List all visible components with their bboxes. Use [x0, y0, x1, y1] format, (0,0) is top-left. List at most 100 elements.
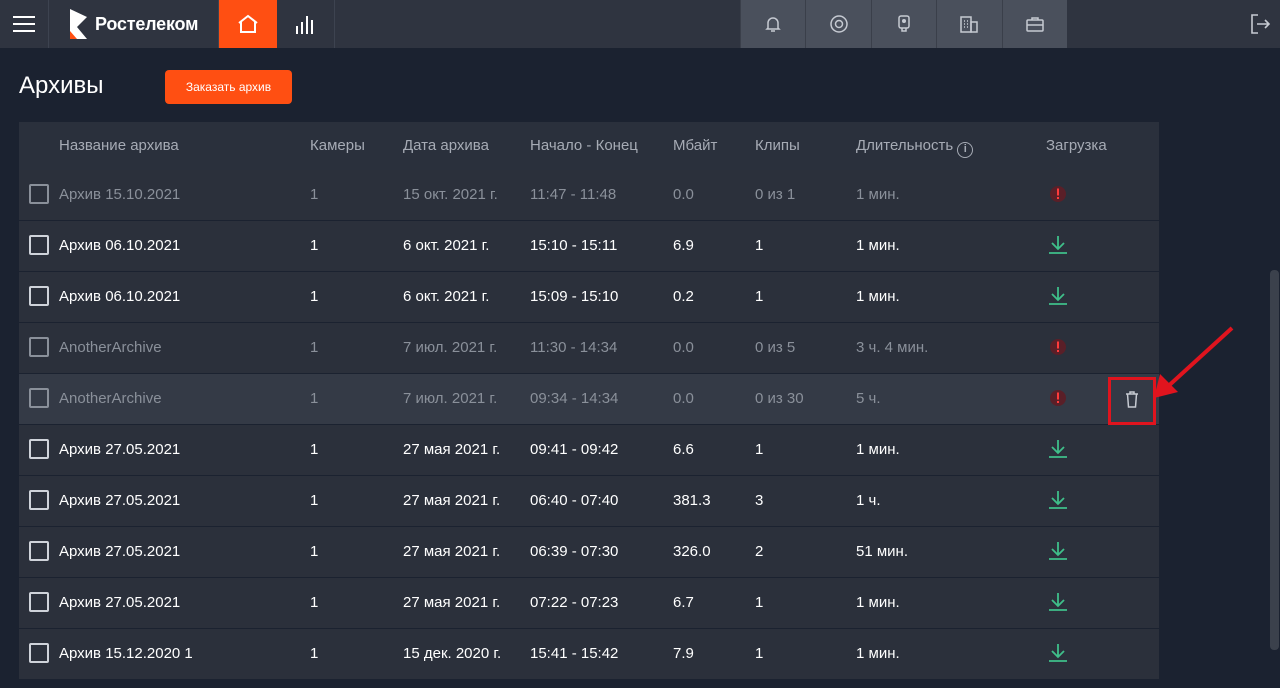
header-date[interactable]: Дата архива [403, 137, 489, 154]
cell-name: Архив 27.05.2021 [59, 492, 181, 509]
row-checkbox[interactable] [29, 490, 49, 510]
header-range[interactable]: Начало - Конец [530, 137, 638, 154]
cell-duration: 1 мин. [856, 186, 900, 203]
row-checkbox[interactable] [29, 388, 49, 408]
cell-name: Архив 27.05.2021 [59, 543, 181, 560]
cell-duration: 1 ч. [856, 492, 881, 509]
cell-mb: 0.0 [673, 339, 694, 356]
cameras-button[interactable] [870, 0, 936, 48]
header-cameras[interactable]: Камеры [310, 137, 365, 154]
cell-cameras: 1 [310, 645, 319, 662]
cell-clips: 1 [755, 645, 764, 662]
header-duration-label[interactable]: Длительность [856, 137, 953, 154]
brand-name: Ростелеком [95, 13, 199, 34]
cell-duration: 5 ч. [856, 390, 881, 407]
info-icon[interactable]: i [957, 142, 974, 158]
cell-clips: 0 из 30 [755, 390, 804, 407]
table-row[interactable]: Архив 06.10.2021 1 6 окт. 2021 г. 15:10 - 1… [19, 221, 1159, 271]
cell-clips: 1 [755, 237, 764, 254]
cell-name: Архив 27.05.2021 [59, 594, 181, 611]
download-icon[interactable] [1046, 437, 1070, 461]
row-checkbox[interactable] [29, 235, 49, 255]
table-row[interactable]: Архив 27.05.2021 1 27 мая 2021 г. 06:39 - 0… [19, 527, 1159, 577]
cell-cameras: 1 [310, 237, 319, 254]
cell-name: Архив 06.10.2021 [59, 237, 181, 254]
menu-icon[interactable] [0, 0, 48, 48]
cell-name: Архив 06.10.2021 [59, 288, 181, 305]
cell-range: 15:41 - 15:42 [530, 645, 619, 662]
download-icon[interactable] [1046, 641, 1070, 665]
table-row[interactable]: Архив 27.05.2021 1 27 мая 2021 г. 06:40 - 0… [19, 476, 1159, 526]
cell-date: 7 июл. 2021 г. [403, 390, 498, 407]
cell-mb: 0.0 [673, 390, 694, 407]
services-button[interactable] [1001, 0, 1067, 48]
trash-icon [1122, 389, 1142, 413]
cell-date: 15 дек. 2020 г. [403, 645, 502, 662]
objects-button[interactable] [936, 0, 1001, 48]
download-icon[interactable] [1046, 233, 1070, 257]
order-archive-button[interactable]: Заказать архив [165, 70, 292, 104]
cell-range: 11:30 - 14:34 [530, 339, 618, 356]
row-checkbox[interactable] [29, 643, 49, 663]
cell-range: 06:39 - 07:30 [530, 543, 619, 560]
cell-duration: 3 ч. 4 мин. [856, 339, 929, 356]
cell-duration: 1 мин. [856, 645, 900, 662]
stats-button[interactable] [277, 0, 335, 48]
header-duration: Длительность i [856, 137, 974, 158]
home-button[interactable] [219, 0, 277, 48]
support-button[interactable] [805, 0, 870, 48]
home-icon [238, 14, 258, 33]
cell-date: 27 мая 2021 г. [403, 492, 501, 509]
scrollbar-thumb[interactable] [1270, 270, 1279, 650]
cell-cameras: 1 [310, 339, 319, 356]
cell-clips: 1 [755, 288, 764, 305]
row-checkbox[interactable] [29, 439, 49, 459]
cell-mb: 326.0 [673, 543, 711, 560]
cell-name: Архив 15.10.2021 [59, 186, 181, 203]
table-header: Название архива Камеры Дата архива Начал… [19, 122, 1159, 170]
table-row[interactable]: AnotherArchive 1 7 июл. 2021 г. 09:34 - 14:… [19, 374, 1159, 425]
delete-button[interactable] [1108, 377, 1156, 425]
cell-range: 06:40 - 07:40 [530, 492, 619, 509]
row-checkbox[interactable] [29, 337, 49, 357]
table-row[interactable]: Архив 15.10.2021 1 15 окт. 2021 г. 11:47 - … [19, 170, 1159, 220]
table-row[interactable]: Архив 06.10.2021 1 6 окт. 2021 г. 15:09 - 1… [19, 272, 1159, 322]
table-row[interactable]: AnotherArchive 1 7 июл. 2021 г. 11:30 - 14:… [19, 323, 1159, 373]
header-download: Загрузка [1046, 137, 1107, 154]
cell-mb: 7.9 [673, 645, 694, 662]
header-name[interactable]: Название архива [59, 137, 179, 154]
download-icon[interactable] [1046, 488, 1070, 512]
error-icon [1048, 388, 1068, 408]
cell-cameras: 1 [310, 594, 319, 611]
camera-icon [898, 15, 910, 32]
brand-logo[interactable]: Ростелеком [48, 0, 219, 48]
cell-date: 27 мая 2021 г. [403, 441, 501, 458]
row-checkbox[interactable] [29, 592, 49, 612]
table-row[interactable]: Архив 15.12.2020 1 1 15 дек. 2020 г. 15:41 … [19, 629, 1159, 679]
download-icon[interactable] [1046, 590, 1070, 614]
briefcase-icon [1026, 17, 1044, 32]
row-checkbox[interactable] [29, 184, 49, 204]
cell-duration: 1 мин. [856, 288, 900, 305]
cell-clips: 2 [755, 543, 764, 560]
header-clips[interactable]: Клипы [755, 137, 800, 154]
table-row[interactable]: Архив 27.05.2021 1 27 мая 2021 г. 09:41 - 0… [19, 425, 1159, 475]
header-mb[interactable]: Мбайт [673, 137, 717, 154]
row-checkbox[interactable] [29, 286, 49, 306]
notifications-button[interactable] [740, 0, 805, 48]
cell-mb: 6.7 [673, 594, 694, 611]
download-icon[interactable] [1046, 539, 1070, 563]
logout-button[interactable] [1240, 0, 1280, 48]
cell-range: 15:09 - 15:10 [530, 288, 619, 305]
cell-cameras: 1 [310, 186, 319, 203]
cell-mb: 6.6 [673, 441, 694, 458]
logout-icon [1251, 14, 1271, 34]
cell-duration: 1 мин. [856, 441, 900, 458]
stats-icon [295, 16, 313, 34]
table-row[interactable]: Архив 27.05.2021 1 27 мая 2021 г. 07:22 - 0… [19, 578, 1159, 628]
archives-table: Название архива Камеры Дата архива Начал… [19, 122, 1159, 688]
cell-date: 6 окт. 2021 г. [403, 288, 490, 305]
cell-cameras: 1 [310, 441, 319, 458]
row-checkbox[interactable] [29, 541, 49, 561]
download-icon[interactable] [1046, 284, 1070, 308]
